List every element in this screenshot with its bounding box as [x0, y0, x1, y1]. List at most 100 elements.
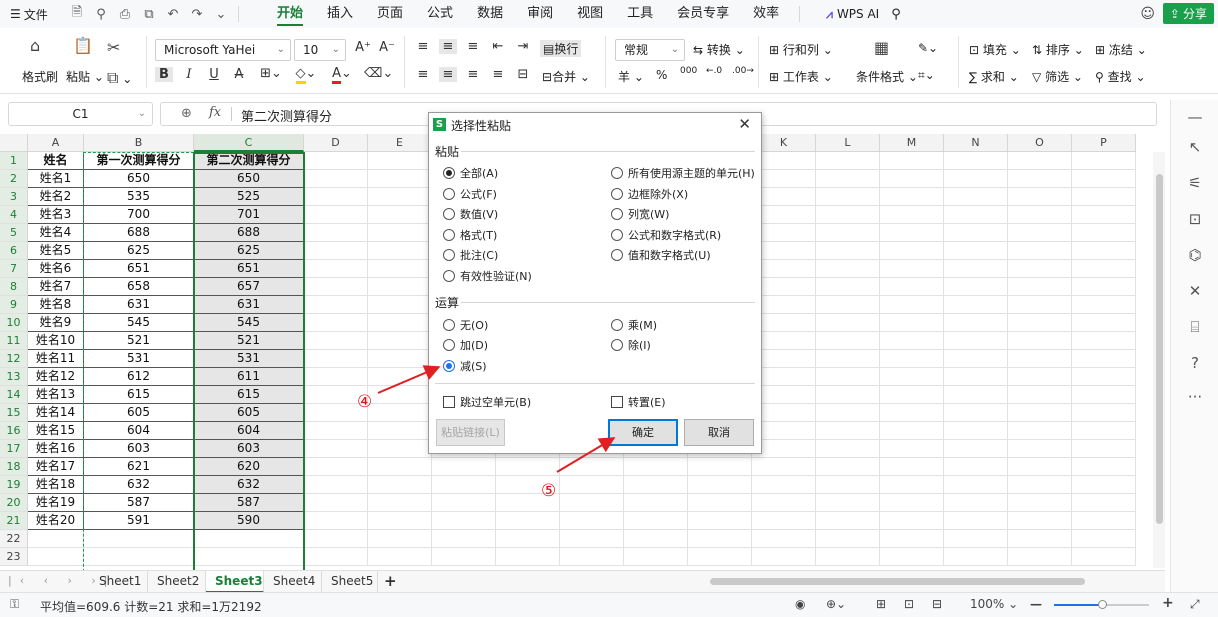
align-middle-icon[interactable]: ≡ [439, 39, 457, 54]
paste-option-radio[interactable]: 所有使用源主题的单元(H) [611, 165, 755, 181]
empty-cell[interactable] [1008, 296, 1072, 314]
empty-cell[interactable] [944, 242, 1008, 260]
fill-button[interactable]: ⊡ 填充 ⌄ [969, 41, 1021, 58]
zoom-out-icon[interactable]: — [1030, 597, 1042, 611]
empty-cell[interactable] [304, 224, 368, 242]
empty-cell[interactable] [880, 170, 944, 188]
empty-cell[interactable] [944, 440, 1008, 458]
column-header-c[interactable]: C [194, 134, 304, 152]
font-color-icon[interactable]: A⌄ [328, 66, 356, 84]
wrap-text-button[interactable]: ▤换行 [540, 40, 582, 57]
empty-cell[interactable] [944, 548, 1008, 566]
empty-cell[interactable] [368, 386, 432, 404]
empty-cell[interactable] [28, 530, 84, 548]
tab-6[interactable]: 视图 [565, 0, 615, 28]
empty-cell[interactable] [304, 440, 368, 458]
table-cell[interactable]: 620 [194, 458, 304, 476]
row-header-14[interactable]: 14 [0, 386, 28, 404]
align-top-icon[interactable]: ≡ [414, 39, 432, 54]
empty-cell[interactable] [560, 548, 624, 566]
column-header-d[interactable]: D [304, 134, 368, 152]
empty-cell[interactable] [1008, 548, 1072, 566]
empty-cell[interactable] [496, 530, 560, 548]
justify-icon[interactable]: ≡ [489, 67, 507, 82]
table-cell[interactable]: 632 [84, 476, 194, 494]
align-left-icon[interactable]: ≡ [414, 67, 432, 82]
radio-button[interactable] [611, 208, 623, 220]
link-icon[interactable]: ⚲ [92, 7, 110, 22]
empty-cell[interactable] [752, 512, 816, 530]
radio-button[interactable] [611, 319, 623, 331]
table-cell[interactable]: 605 [194, 404, 304, 422]
table-cell[interactable]: 611 [194, 368, 304, 386]
wps-ai-button[interactable]: ⩘ WPS AI ⚲ [826, 7, 901, 22]
row-header-7[interactable]: 7 [0, 260, 28, 278]
paste-button[interactable]: 粘贴 ⌄ [66, 68, 104, 85]
empty-cell[interactable] [880, 332, 944, 350]
empty-cell[interactable] [816, 224, 880, 242]
empty-cell[interactable] [880, 476, 944, 494]
row-header-9[interactable]: 9 [0, 296, 28, 314]
table-cell[interactable]: 535 [84, 188, 194, 206]
column-header-m[interactable]: M [880, 134, 944, 152]
empty-cell[interactable] [496, 458, 560, 476]
column-header-o[interactable]: O [1008, 134, 1072, 152]
table-cell[interactable]: 姓名9 [28, 314, 84, 332]
empty-cell[interactable] [624, 548, 688, 566]
radio-button[interactable] [443, 229, 455, 241]
normal-view-icon[interactable]: ⊞ [876, 597, 886, 611]
column-header-e[interactable]: E [368, 134, 432, 152]
empty-cell[interactable] [1072, 242, 1136, 260]
indent-decrease-icon[interactable]: ⇤ [489, 39, 507, 54]
rows-cols-button[interactable]: ⊞ 行和列 ⌄ [769, 41, 833, 58]
empty-cell[interactable] [1072, 170, 1136, 188]
align-right-icon[interactable]: ≡ [464, 67, 482, 82]
file-menu[interactable]: ☰ 文件 [0, 6, 62, 23]
empty-cell[interactable] [368, 548, 432, 566]
empty-cell[interactable] [688, 530, 752, 548]
table-cell[interactable]: 604 [84, 422, 194, 440]
close-icon[interactable]: ✕ [738, 115, 751, 133]
transpose-checkbox[interactable]: 转置(E) [611, 394, 666, 410]
empty-cell[interactable] [816, 440, 880, 458]
table-cell[interactable]: 603 [194, 440, 304, 458]
empty-cell[interactable] [1008, 386, 1072, 404]
name-box[interactable]: C1 ⌄ [8, 102, 153, 126]
tab-4[interactable]: 数据 [465, 0, 515, 28]
increase-font-icon[interactable]: A⁺ [354, 40, 372, 55]
empty-cell[interactable] [304, 332, 368, 350]
number-format-select[interactable]: 常规 ⌄ [615, 39, 685, 61]
empty-cell[interactable] [816, 242, 880, 260]
table-cell[interactable]: 631 [194, 296, 304, 314]
empty-cell[interactable] [688, 458, 752, 476]
conditional-format-icon[interactable]: ▦ [874, 38, 889, 57]
empty-cell[interactable] [944, 476, 1008, 494]
empty-cell[interactable] [1072, 314, 1136, 332]
empty-cell[interactable] [816, 260, 880, 278]
empty-cell[interactable] [816, 512, 880, 530]
empty-cell[interactable] [1072, 296, 1136, 314]
empty-cell[interactable] [944, 188, 1008, 206]
empty-cell[interactable] [432, 548, 496, 566]
empty-cell[interactable] [880, 242, 944, 260]
percent-button[interactable]: % [656, 68, 667, 82]
smiley-icon[interactable]: ☺ [1140, 6, 1155, 22]
empty-cell[interactable] [880, 260, 944, 278]
empty-cell[interactable] [368, 404, 432, 422]
radio-button[interactable] [443, 167, 455, 179]
empty-cell[interactable] [368, 278, 432, 296]
sheet-tab-sheet4[interactable]: Sheet4 [264, 571, 322, 593]
bold-button[interactable]: B [155, 67, 173, 82]
table-cell[interactable]: 姓名6 [28, 260, 84, 278]
empty-cell[interactable] [368, 314, 432, 332]
empty-cell[interactable] [194, 530, 304, 548]
empty-cell[interactable] [1072, 350, 1136, 368]
row-header-10[interactable]: 10 [0, 314, 28, 332]
filter-button[interactable]: ▽ 筛选 ⌄ [1032, 68, 1083, 85]
paste-link-button[interactable]: 粘贴链接(L) [436, 419, 505, 446]
table-cell[interactable]: 688 [84, 224, 194, 242]
empty-cell[interactable] [304, 530, 368, 548]
row-header-3[interactable]: 3 [0, 188, 28, 206]
radio-button[interactable] [443, 208, 455, 220]
column-header-l[interactable]: L [816, 134, 880, 152]
